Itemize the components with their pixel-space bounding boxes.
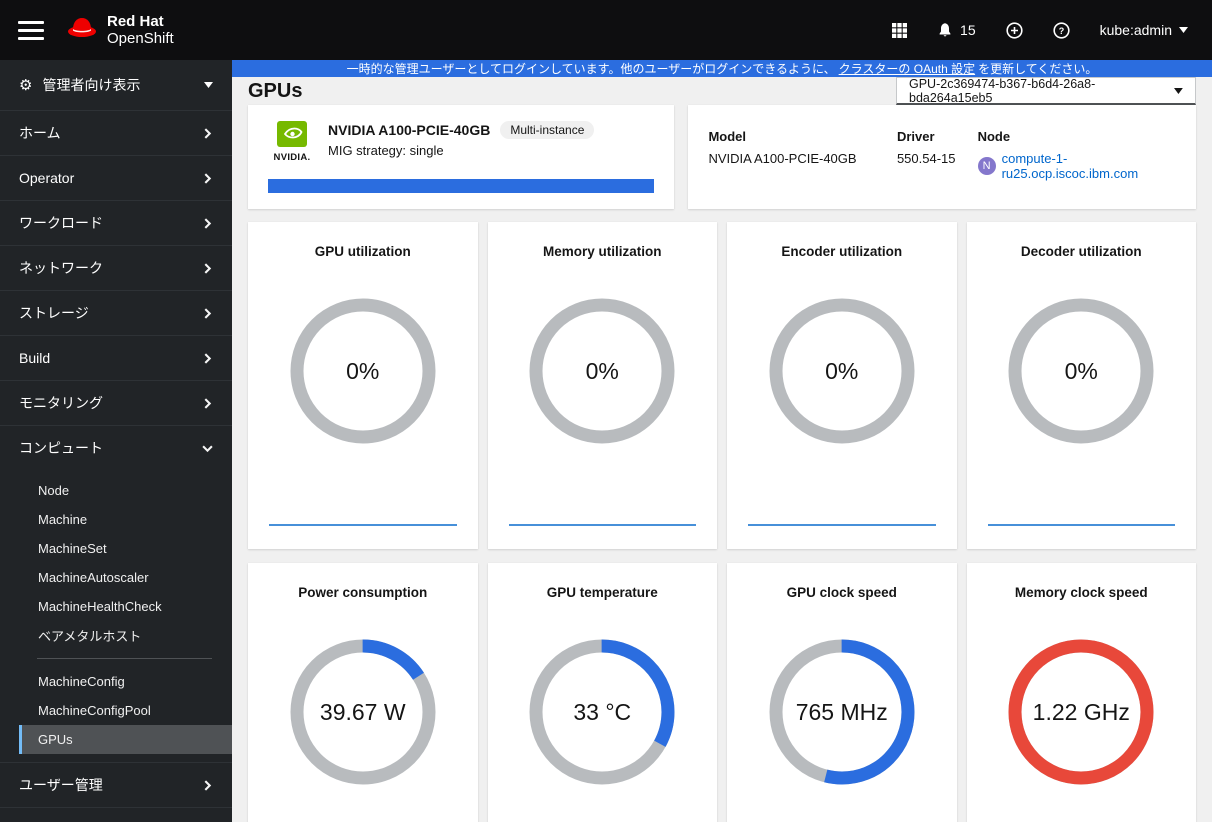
gpu-selector-dropdown[interactable]: GPU-2c369474-b367-b6d4-26a8-bda264a15eb5 <box>896 77 1196 105</box>
donut-gauge: 765 MHz <box>764 634 920 790</box>
gauge-card-gpu-utilization: GPU utilization 0% <box>248 222 478 549</box>
gauge-card-decoder-utilization: Decoder utilization 0% <box>966 222 1196 549</box>
notifications-bell-icon[interactable]: 15 <box>937 22 976 38</box>
gauge-grid: GPU utilization 0% Memory utilization 0%… <box>232 209 1212 822</box>
help-question-circle-icon[interactable]: ? <box>1053 21 1070 39</box>
perspective-label: 管理者向け表示 <box>42 77 141 93</box>
gpu-details-card: Model NVIDIA A100-PCIE-40GB Driver 550.5… <box>688 105 1196 209</box>
gauge-card-encoder-utilization: Encoder utilization 0% <box>727 222 957 549</box>
gpu-name: NVIDIA A100-PCIE-40GB <box>328 122 491 138</box>
chevron-right-icon <box>204 352 212 364</box>
sidebar-item-machineconfigpool[interactable]: MachineConfigPool <box>19 696 232 725</box>
svg-text:?: ? <box>1058 26 1064 36</box>
sidebar-item-user-management[interactable]: ユーザー管理 <box>0 762 232 807</box>
compute-sub-list: Node Machine MachineSet MachineAutoscale… <box>0 470 232 762</box>
perspective-switcher[interactable]: ⚙ 管理者向け表示 <box>0 60 232 110</box>
gauge-card-power-consumption: Power consumption 39.67 W <box>248 563 478 822</box>
caret-down-icon <box>1174 87 1183 94</box>
mig-strategy: MIG strategy: single <box>328 143 444 158</box>
page-title: GPUs <box>248 79 303 102</box>
user-menu[interactable]: kube:admin <box>1100 22 1188 38</box>
sidebar-item-networking[interactable]: ネットワーク <box>0 245 232 290</box>
driver-value: 550.54-15 <box>896 151 956 166</box>
sparkline <box>748 524 936 526</box>
sidebar-item-gpus[interactable]: GPUs <box>19 725 232 754</box>
chevron-right-icon <box>204 172 212 184</box>
gauge-card-memory-utilization: Memory utilization 0% <box>487 222 717 549</box>
sidebar-item-home[interactable]: ホーム <box>0 110 232 155</box>
donut-gauge: 39.67 W <box>285 634 441 790</box>
nvidia-logo-icon: NVIDIA. <box>268 121 316 163</box>
sidebar-item-monitoring[interactable]: モニタリング <box>0 380 232 425</box>
chevron-right-icon <box>204 217 212 229</box>
sparkline <box>987 524 1175 526</box>
donut-gauge: 0% <box>1003 293 1159 449</box>
oauth-config-link[interactable]: クラスターの OAuth 設定 <box>839 60 975 77</box>
brand-logo[interactable]: Red Hat OpenShift <box>66 13 174 48</box>
sparkline <box>269 524 457 526</box>
caret-down-icon <box>1179 27 1188 33</box>
sidebar-item-machineset[interactable]: MachineSet <box>19 534 232 563</box>
gpu-overview-card: NVIDIA. NVIDIA A100-PCIE-40GB Multi-inst… <box>248 105 675 209</box>
donut-gauge: 1.22 GHz <box>1003 634 1159 790</box>
cogs-icon: ⚙ <box>19 76 33 94</box>
brand-text: Red Hat OpenShift <box>107 12 174 47</box>
sidebar-item-operator[interactable]: Operator <box>0 155 232 200</box>
sidebar-item-node[interactable]: Node <box>19 476 232 505</box>
temp-admin-banner: 一時的な管理ユーザーとしてログインしています。他のユーザーがログインできるように… <box>232 60 1212 77</box>
gauge-card-gpu-temperature: GPU temperature 33 °C <box>487 563 717 822</box>
sidebar-item-machineconfig[interactable]: MachineConfig <box>19 667 232 696</box>
donut-gauge: 0% <box>285 293 441 449</box>
model-value: NVIDIA A100-PCIE-40GB <box>708 151 857 166</box>
node-resource-icon: N <box>977 157 996 175</box>
sidebar-nav: ⚙ 管理者向け表示 ホーム Operator ワークロード ネットワーク ストレ… <box>0 60 232 822</box>
sidebar-item-compute[interactable]: コンピュート <box>0 425 232 470</box>
sidebar-item-machine[interactable]: Machine <box>19 505 232 534</box>
sidebar-item-build[interactable]: Build <box>0 335 232 380</box>
chevron-right-icon <box>204 397 212 409</box>
chevron-right-icon <box>204 779 212 791</box>
sub-list-divider <box>37 658 212 659</box>
sidebar-item-baremetal-hosts[interactable]: ベアメタルホスト <box>19 621 232 650</box>
sparkline <box>508 524 696 526</box>
donut-gauge: 33 °C <box>524 634 680 790</box>
node-label: Node <box>977 129 1011 144</box>
donut-gauge: 0% <box>764 293 920 449</box>
redhat-hat-icon <box>66 15 98 46</box>
sidebar-item-machineautoscaler[interactable]: MachineAutoscaler <box>19 563 232 592</box>
add-plus-circle-icon[interactable] <box>1006 21 1023 39</box>
app-launcher-icon[interactable] <box>892 22 908 38</box>
gauge-card-gpu-clock-speed: GPU clock speed 765 MHz <box>727 563 957 822</box>
masthead: Red Hat OpenShift 15 ? kube:admin <box>0 0 1212 60</box>
chevron-right-icon <box>204 307 212 319</box>
gauge-card-memory-clock-speed: Memory clock speed 1.22 GHz <box>966 563 1196 822</box>
menu-toggle-icon[interactable] <box>18 16 44 45</box>
chevron-right-icon <box>204 262 212 274</box>
sidebar-divider <box>0 807 232 822</box>
caret-down-icon <box>204 82 213 88</box>
model-label: Model <box>708 129 746 144</box>
gpu-progress-bar <box>268 179 655 193</box>
driver-label: Driver <box>896 129 935 144</box>
main-content: 一時的な管理ユーザーとしてログインしています。他のユーザーがログインできるように… <box>232 60 1212 822</box>
notification-count: 15 <box>960 22 976 38</box>
sidebar-item-storage[interactable]: ストレージ <box>0 290 232 335</box>
multi-instance-badge: Multi-instance <box>500 121 595 139</box>
donut-gauge: 0% <box>524 293 680 449</box>
sidebar-item-workloads[interactable]: ワークロード <box>0 200 232 245</box>
chevron-right-icon <box>204 127 212 139</box>
sidebar-item-machinehealthcheck[interactable]: MachineHealthCheck <box>19 592 232 621</box>
chevron-down-icon <box>202 445 213 452</box>
node-link[interactable]: compute-1-ru25.ocp.iscoc.ibm.com <box>1002 151 1176 181</box>
